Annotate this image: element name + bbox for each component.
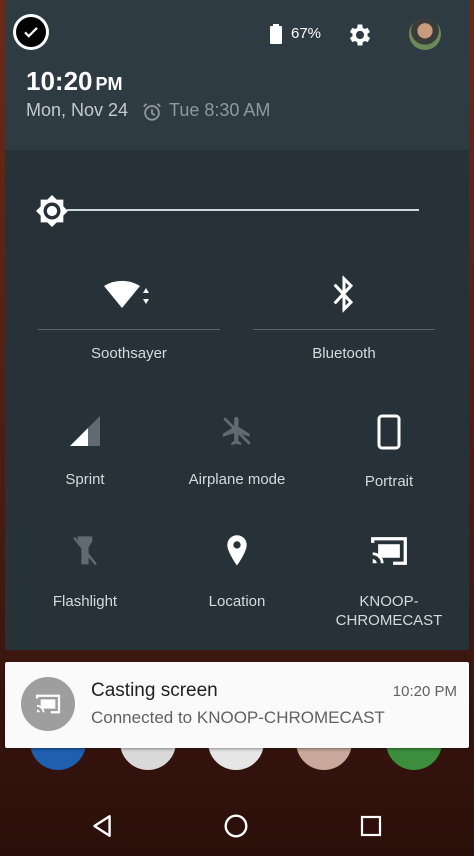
tile-label-portrait: Portrait [364,473,414,490]
phone-portrait-icon [309,414,469,450]
tile-label-cast-line2: CHROMECAST [335,612,443,629]
tile-label-flashlight: Flashlight [52,593,118,610]
gear-icon[interactable] [346,21,374,54]
tile-cast[interactable]: KNOOP- CHROMECAST [309,534,469,630]
airplane-icon [157,414,317,448]
tile-label-airplane: Airplane mode [188,471,286,488]
tile-label-cast-line1: KNOOP- [359,593,419,610]
cast-notification-icon [21,677,75,731]
brightness-slider[interactable] [67,209,419,211]
clock-ampm: PM [95,74,123,94]
tile-flashlight[interactable]: Flashlight [5,534,165,611]
navigation-bar [0,796,474,856]
quick-settings-panel: Soothsayer Bluetooth Sprint Airplane mod… [5,150,469,650]
tile-label-location: Location [208,593,266,610]
check-circle-icon[interactable] [13,14,49,50]
notification-time: 10:20 PM [392,683,457,700]
tile-bluetooth-label[interactable]: Bluetooth [253,344,435,363]
wifi-divider [38,329,220,330]
home-icon[interactable] [216,810,256,842]
status-row: 67% [5,0,469,64]
signal-icon [5,414,165,448]
tile-sprint[interactable]: Sprint [5,414,165,489]
tile-wifi-label[interactable]: Soothsayer [38,344,220,363]
bluetooth-divider [253,329,435,330]
clock-hour-minute: 10:20 [26,66,93,96]
tile-airplane[interactable]: Airplane mode [157,414,317,489]
location-pin-icon [157,534,317,568]
notification-header: 67% 10:20 PM Mon, Nov 24 Tue 8:30 AM [5,0,469,150]
tile-label-wifi: Soothsayer [91,345,167,362]
flashlight-icon [5,534,165,568]
cast-icon [309,534,469,568]
brightness-icon [35,194,69,233]
notification-title: Casting screen [91,680,218,701]
clock-time[interactable]: 10:20 PM [26,66,123,97]
tile-bluetooth[interactable] [253,274,435,314]
notification-text: Connected to KNOOP-CHROMECAST [91,708,385,727]
alarm-icon [141,101,163,128]
battery-percent: 67% [291,25,322,42]
tile-wifi[interactable] [38,274,218,314]
wifi-icon [38,274,218,314]
recents-icon[interactable] [351,810,391,842]
tile-label-sprint: Sprint [65,471,105,488]
tile-location[interactable]: Location [157,534,317,611]
next-alarm[interactable]: Tue 8:30 AM [169,100,270,121]
bluetooth-icon [253,274,435,314]
tile-label-bluetooth: Bluetooth [312,345,376,362]
date-text[interactable]: Mon, Nov 24 [26,100,128,121]
tile-portrait[interactable]: Portrait [309,414,469,491]
back-icon[interactable] [82,810,122,842]
casting-notification[interactable]: Casting screen Connected to KNOOP-CHROME… [5,662,469,748]
battery-icon [269,24,283,49]
avatar[interactable] [409,18,441,50]
home-dock [0,738,474,778]
